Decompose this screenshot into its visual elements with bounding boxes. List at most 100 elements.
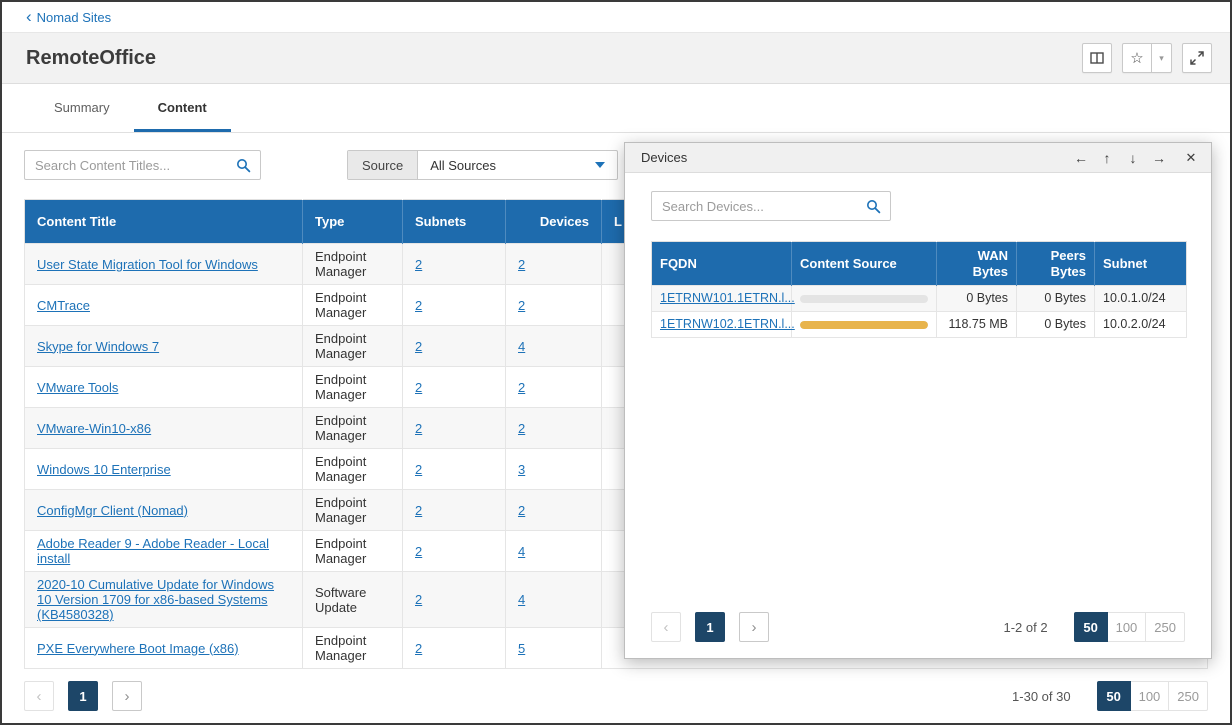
dock-top-icon[interactable]: ↑ — [1095, 146, 1119, 170]
devices-count-link[interactable]: 2 — [518, 298, 525, 313]
expand-button[interactable] — [1182, 43, 1212, 73]
content-type-cell: Endpoint Manager — [303, 367, 403, 408]
devices-range-label: 1-2 of 2 — [1004, 620, 1048, 635]
search-icon[interactable] — [866, 199, 881, 214]
content-title-link[interactable]: VMware Tools — [37, 380, 118, 395]
back-chevron-icon: ‹ — [26, 8, 32, 25]
content-title-link[interactable]: Skype for Windows 7 — [37, 339, 159, 354]
breadcrumb[interactable]: ‹ Nomad Sites — [26, 10, 111, 25]
devices-count-link[interactable]: 2 — [518, 257, 525, 272]
content-search-input[interactable] — [35, 158, 230, 173]
device-fqdn-link[interactable]: 1ETRNW101.1ETRN.l... — [660, 291, 795, 305]
tab-summary[interactable]: Summary — [30, 85, 134, 132]
content-title-link[interactable]: Adobe Reader 9 - Adobe Reader - Local in… — [37, 536, 269, 566]
devices-table: FQDN Content Source WAN Bytes Peers Byte… — [651, 241, 1187, 338]
next-page-button[interactable]: › — [112, 681, 142, 711]
content-type-cell: Endpoint Manager — [303, 531, 403, 572]
subnets-count-link[interactable]: 2 — [415, 257, 422, 272]
content-page-size-group: 50 100 250 — [1097, 681, 1208, 711]
favorite-menu-button[interactable]: ▾ — [1152, 43, 1172, 73]
devices-pagination-right: 1-2 of 2 50 100 250 — [1004, 612, 1186, 642]
content-title-link[interactable]: CMTrace — [37, 298, 90, 313]
devices-page-1-button[interactable]: 1 — [695, 612, 725, 642]
device-table-row: 1ETRNW101.1ETRN.l... 0 Bytes 0 Bytes 10.… — [652, 286, 1187, 312]
devices-panel-title: Devices — [641, 150, 687, 165]
source-filter-select[interactable]: All Sources — [418, 151, 617, 179]
page-title: RemoteOffice — [26, 47, 156, 70]
chevron-down-icon — [595, 162, 605, 168]
page-1-button[interactable]: 1 — [68, 681, 98, 711]
tab-content[interactable]: Content — [134, 85, 231, 132]
subnets-count-link[interactable]: 2 — [415, 380, 422, 395]
content-range-label: 1-30 of 30 — [1012, 689, 1071, 704]
subnets-count-link[interactable]: 2 — [415, 641, 422, 656]
devices-panel-controls: ← ↑ ↓ → ✕ — [1069, 146, 1203, 170]
devices-prev-page-button[interactable]: ‹ — [651, 612, 681, 642]
content-title-link[interactable]: 2020-10 Cumulative Update for Windows 10… — [37, 577, 274, 622]
devices-page-size-100[interactable]: 100 — [1108, 612, 1147, 642]
devices-search-input[interactable] — [662, 199, 860, 214]
dock-bottom-icon[interactable]: ↓ — [1121, 146, 1145, 170]
content-page-size-250[interactable]: 250 — [1169, 681, 1208, 711]
content-page-size-50[interactable]: 50 — [1097, 681, 1131, 711]
col-devices[interactable]: Devices — [506, 200, 602, 244]
content-title-link[interactable]: Windows 10 Enterprise — [37, 462, 171, 477]
devices-count-link[interactable]: 5 — [518, 641, 525, 656]
devices-count-link[interactable]: 4 — [518, 592, 525, 607]
prev-page-button[interactable]: ‹ — [24, 681, 54, 711]
search-icon[interactable] — [236, 158, 251, 173]
device-fqdn-link[interactable]: 1ETRNW102.1ETRN.l... — [660, 317, 795, 331]
chevron-down-icon: ▾ — [1159, 53, 1164, 64]
content-title-link[interactable]: ConfigMgr Client (Nomad) — [37, 503, 188, 518]
col-content-title[interactable]: Content Title — [25, 200, 303, 244]
subnets-count-link[interactable]: 2 — [415, 544, 422, 559]
subnets-count-link[interactable]: 2 — [415, 298, 422, 313]
devices-count-link[interactable]: 4 — [518, 544, 525, 559]
devices-pager: ‹ 1 › — [651, 612, 769, 642]
col-wan-bytes[interactable]: WAN Bytes — [937, 242, 1017, 286]
devices-page-size-50[interactable]: 50 — [1074, 612, 1108, 642]
dock-right-icon[interactable]: → — [1147, 146, 1171, 170]
breadcrumb-bar: ‹ Nomad Sites — [2, 2, 1230, 32]
devices-count-link[interactable]: 2 — [518, 421, 525, 436]
subnets-count-link[interactable]: 2 — [415, 339, 422, 354]
source-filter-value: All Sources — [430, 158, 496, 173]
devices-count-link[interactable]: 4 — [518, 339, 525, 354]
star-icon: ☆ — [1130, 49, 1143, 67]
expand-icon — [1189, 50, 1205, 66]
col-content-source[interactable]: Content Source — [792, 242, 937, 286]
devices-next-page-button[interactable]: › — [739, 612, 769, 642]
progress-bar — [800, 321, 928, 329]
peers-bytes-cell: 0 Bytes — [1017, 286, 1095, 312]
content-type-cell: Endpoint Manager — [303, 628, 403, 669]
progress-bar — [800, 295, 928, 303]
col-type[interactable]: Type — [303, 200, 403, 244]
subnets-count-link[interactable]: 2 — [415, 421, 422, 436]
devices-count-link[interactable]: 2 — [518, 503, 525, 518]
col-peers-bytes[interactable]: Peers Bytes — [1017, 242, 1095, 286]
devices-page-size-250[interactable]: 250 — [1146, 612, 1185, 642]
col-subnets[interactable]: Subnets — [403, 200, 506, 244]
content-page-size-100[interactable]: 100 — [1131, 681, 1170, 711]
favorite-split-button: ☆ ▾ — [1122, 43, 1172, 73]
tab-bar: Summary Content — [2, 85, 1230, 133]
columns-button[interactable] — [1082, 43, 1112, 73]
content-title-link[interactable]: PXE Everywhere Boot Image (x86) — [37, 641, 239, 656]
subnets-count-link[interactable]: 2 — [415, 462, 422, 477]
content-source-cell — [792, 312, 937, 338]
content-title-link[interactable]: VMware-Win10-x86 — [37, 421, 151, 436]
devices-count-link[interactable]: 3 — [518, 462, 525, 477]
subnets-count-link[interactable]: 2 — [415, 503, 422, 518]
devices-page-size-group: 50 100 250 — [1074, 612, 1185, 642]
dock-left-icon[interactable]: ← — [1069, 146, 1093, 170]
close-icon[interactable]: ✕ — [1179, 146, 1203, 170]
chevron-right-icon: › — [752, 619, 757, 636]
favorite-button[interactable]: ☆ — [1122, 43, 1152, 73]
content-title-link[interactable]: User State Migration Tool for Windows — [37, 257, 258, 272]
content-type-cell: Software Update — [303, 572, 403, 628]
col-subnet[interactable]: Subnet — [1095, 242, 1187, 286]
devices-table-body: 1ETRNW101.1ETRN.l... 0 Bytes 0 Bytes 10.… — [652, 286, 1187, 338]
col-fqdn[interactable]: FQDN — [652, 242, 792, 286]
devices-count-link[interactable]: 2 — [518, 380, 525, 395]
subnets-count-link[interactable]: 2 — [415, 592, 422, 607]
